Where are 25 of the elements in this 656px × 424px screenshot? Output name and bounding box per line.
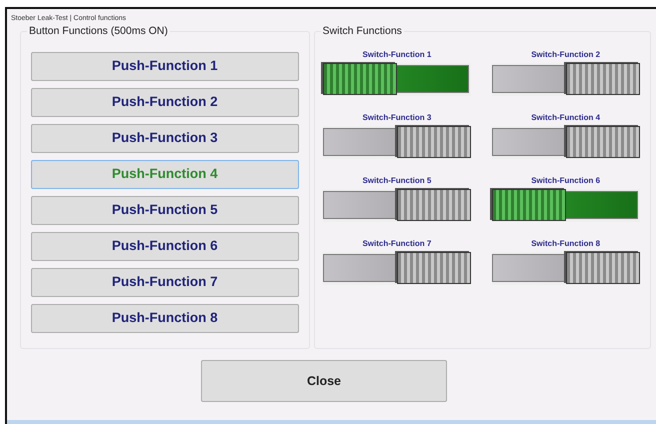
- toggle-switch[interactable]: [492, 252, 640, 285]
- push-function-button[interactable]: Push-Function 8: [31, 304, 299, 333]
- toggle-switch[interactable]: [492, 63, 640, 96]
- push-function-button[interactable]: Push-Function 5: [31, 196, 299, 225]
- toggle-switch[interactable]: [492, 126, 640, 159]
- group-title: Button Functions (500ms ON): [27, 24, 170, 38]
- close-button[interactable]: Close: [201, 360, 447, 402]
- switch-label: Switch-Function 5: [362, 176, 432, 186]
- push-function-button[interactable]: Push-Function 3: [31, 124, 299, 153]
- switch-label: Switch-Function 2: [531, 50, 600, 60]
- toggle-switch[interactable]: [322, 189, 471, 222]
- toggle-switch[interactable]: [322, 252, 471, 285]
- switch-label: Switch-Function 4: [531, 113, 600, 123]
- push-function-button[interactable]: Push-Function 6: [31, 232, 299, 261]
- switch-label: Switch-Function 1: [362, 50, 432, 60]
- toggle-switch[interactable]: [322, 63, 471, 96]
- switch-label: Switch-Function 7: [362, 239, 432, 249]
- switch-label: Switch-Function 8: [531, 239, 600, 249]
- push-function-button[interactable]: Push-Function 1: [31, 52, 299, 81]
- push-function-button[interactable]: Push-Function 7: [31, 268, 299, 297]
- toggle-switch[interactable]: [322, 126, 471, 159]
- toggle-switch[interactable]: [492, 189, 640, 222]
- switch-label: Switch-Function 3: [362, 113, 432, 123]
- switch-label: Switch-Function 6: [531, 176, 600, 186]
- push-function-button[interactable]: Push-Function 2: [31, 88, 299, 117]
